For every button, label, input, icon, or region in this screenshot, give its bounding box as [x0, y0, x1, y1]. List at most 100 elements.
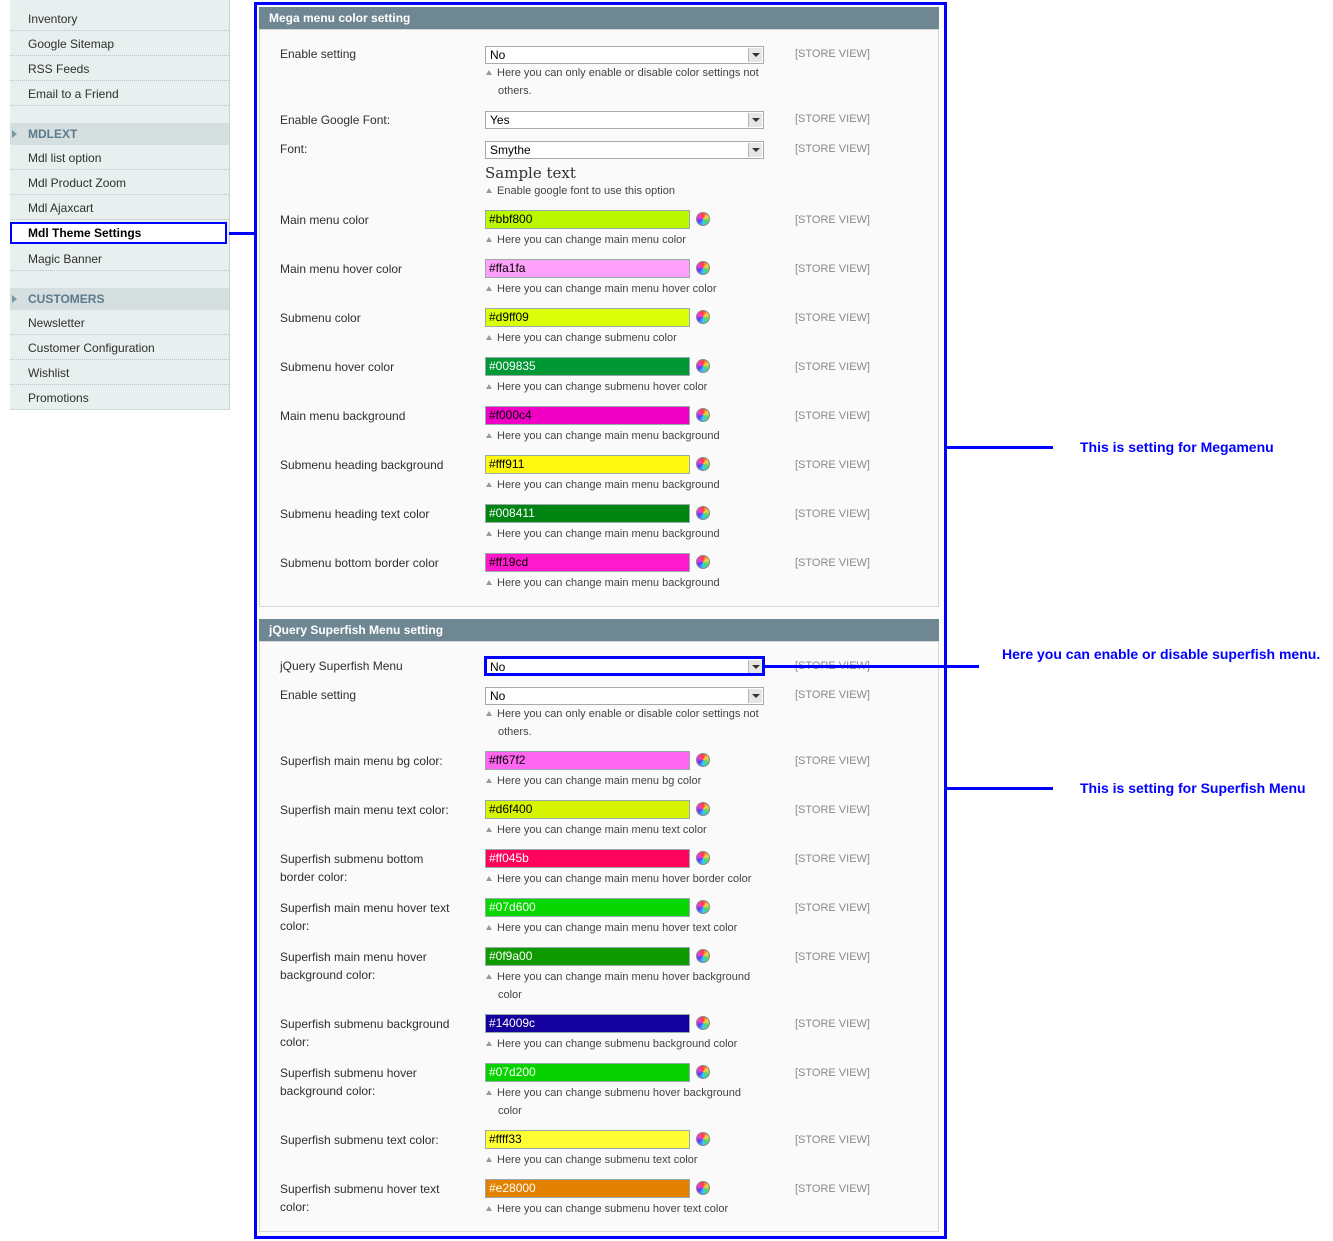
color-picker-icon[interactable] — [696, 802, 710, 816]
color-value-input[interactable]: #ffff33 — [485, 1130, 690, 1149]
color-picker-icon[interactable] — [696, 506, 710, 520]
scope-label: [STORE VIEW] — [795, 1018, 870, 1030]
sidebar-item-mdl-list-option[interactable]: Mdl list option — [10, 146, 229, 170]
color-picker-icon[interactable] — [696, 1181, 710, 1195]
color-value-input[interactable]: #d6f400 — [485, 800, 690, 819]
color-picker-icon[interactable] — [696, 1016, 710, 1030]
annotation-superfish: This is setting for Superfish Menu — [1080, 780, 1306, 796]
sidebar-item-google-sitemap[interactable]: Google Sitemap — [10, 32, 229, 56]
field-hint: Here you can change main menu hover colo… — [486, 280, 776, 298]
hint-arrow-icon — [486, 335, 492, 340]
color-picker-icon[interactable] — [696, 457, 710, 471]
enable-setting-select[interactable]: No — [485, 46, 764, 64]
color-picker-icon[interactable] — [696, 851, 710, 865]
hint-arrow-icon — [486, 70, 492, 75]
color-value-input[interactable]: #ffa1fa — [485, 259, 690, 278]
field-label-font: Font: — [280, 142, 308, 156]
sidebar-item-inventory[interactable]: Inventory — [10, 7, 229, 31]
color-value-input[interactable]: #bbf800 — [485, 210, 690, 229]
color-picker-icon[interactable] — [696, 1065, 710, 1079]
sidebar-item-mdl-product-zoom[interactable]: Mdl Product Zoom — [10, 171, 229, 195]
field-hint: Here you can change main menu background — [486, 574, 776, 592]
sidebar-item-wishlist[interactable]: Wishlist — [10, 361, 229, 385]
color-value-input[interactable]: #0f9a00 — [485, 947, 690, 966]
color-value-input[interactable]: #07d200 — [485, 1063, 690, 1082]
superfish-enable-setting-select[interactable]: No — [485, 687, 764, 705]
color-picker-icon[interactable] — [696, 408, 710, 422]
chevron-down-icon — [748, 113, 762, 127]
field-label: Superfish main menu hover background colo… — [280, 950, 427, 982]
hint-arrow-icon — [486, 384, 492, 389]
color-value-input[interactable]: #ff67f2 — [485, 751, 690, 770]
color-picker-icon[interactable] — [696, 261, 710, 275]
color-picker-icon[interactable] — [696, 359, 710, 373]
hint-arrow-icon — [486, 286, 492, 291]
field-hint: Here you can change submenu background c… — [486, 1035, 776, 1053]
chevron-down-icon — [748, 689, 762, 703]
scope-label: [STORE VIEW] — [795, 951, 870, 963]
sidebar-item-newsletter[interactable]: Newsletter — [10, 311, 229, 335]
sidebar-item-magic-banner[interactable]: Magic Banner — [10, 247, 229, 271]
hint-arrow-icon — [486, 876, 492, 881]
hint-arrow-icon — [486, 1206, 492, 1211]
field-hint: Enable google font to use this option — [486, 182, 776, 200]
field-hint: Here you can change submenu hover text c… — [486, 1200, 776, 1218]
color-value-input[interactable]: #f000c4 — [485, 406, 690, 425]
google-font-select[interactable]: Yes — [485, 111, 764, 129]
scope-label: [STORE VIEW] — [795, 1067, 870, 1079]
field-label: Superfish main menu hover text color: — [280, 901, 450, 933]
annotation-superfish-toggle: Here you can enable or disable superfish… — [1002, 646, 1321, 662]
sidebar-item-rss-feeds[interactable]: RSS Feeds — [10, 57, 229, 81]
field-hint: Here you can change main menu bg color — [486, 772, 776, 790]
color-value-input[interactable]: #07d600 — [485, 898, 690, 917]
color-picker-icon[interactable] — [696, 900, 710, 914]
field-label: Submenu heading text color — [280, 507, 430, 521]
font-sample-text: Sample text — [485, 164, 576, 182]
field-label: Superfish submenu bottom border color: — [280, 852, 424, 884]
font-select[interactable]: Smythe — [485, 141, 764, 159]
section-header-superfish[interactable]: jQuery Superfish Menu setting — [259, 619, 939, 641]
sidebar-section-label: CUSTOMERS — [28, 292, 105, 306]
sidebar-item-email-friend[interactable]: Email to a Friend — [10, 82, 229, 106]
expand-arrow-icon — [12, 130, 17, 138]
color-value-input[interactable]: #009835 — [485, 357, 690, 376]
field-label: Main menu hover color — [280, 262, 403, 276]
sidebar-item-mdl-theme-settings[interactable]: Mdl Theme Settings — [10, 222, 227, 244]
color-picker-icon[interactable] — [696, 1132, 710, 1146]
scope-label: [STORE VIEW] — [795, 48, 870, 60]
scope-label: [STORE VIEW] — [795, 459, 870, 471]
select-value: No — [490, 48, 506, 62]
sidebar-item-promotions[interactable]: Promotions — [10, 386, 229, 410]
color-picker-icon[interactable] — [696, 949, 710, 963]
field-label-google-font: Enable Google Font: — [280, 113, 391, 127]
scope-label: [STORE VIEW] — [795, 689, 870, 701]
color-value-input[interactable]: #008411 — [485, 504, 690, 523]
color-picker-icon[interactable] — [696, 212, 710, 226]
hint-arrow-icon — [486, 433, 492, 438]
field-hint: Here you can change main menu hover bord… — [486, 870, 776, 888]
sidebar-section-mdlext[interactable]: MDLEXT — [10, 123, 229, 145]
hint-arrow-icon — [486, 482, 492, 487]
field-hint: Here you can change submenu color — [486, 329, 776, 347]
color-value-input[interactable]: #fff911 — [485, 455, 690, 474]
section-header-mega-menu[interactable]: Mega menu color setting — [259, 7, 939, 29]
field-hint: Here you can change submenu hover color — [486, 378, 776, 396]
color-value-input[interactable]: #e28000 — [485, 1179, 690, 1198]
color-value-input[interactable]: #ff19cd — [485, 553, 690, 572]
color-value-input[interactable]: #d9ff09 — [485, 308, 690, 327]
sidebar-section-customers[interactable]: CUSTOMERS — [10, 288, 229, 310]
field-label: Superfish submenu hover text color: — [280, 1182, 440, 1214]
color-picker-icon[interactable] — [696, 310, 710, 324]
field-label-superfish-menu: jQuery Superfish Menu — [280, 659, 403, 673]
sidebar-item-mdl-ajaxcart[interactable]: Mdl Ajaxcart — [10, 196, 229, 220]
field-label: Main menu background — [280, 409, 406, 423]
sidebar-item-customer-configuration[interactable]: Customer Configuration — [10, 336, 229, 360]
color-value-input[interactable]: #ff045b — [485, 849, 690, 868]
field-label: Submenu hover color — [280, 360, 395, 374]
scope-label: [STORE VIEW] — [795, 902, 870, 914]
color-picker-icon[interactable] — [696, 753, 710, 767]
hint-arrow-icon — [486, 531, 492, 536]
color-picker-icon[interactable] — [696, 555, 710, 569]
color-value-input[interactable]: #14009c — [485, 1014, 690, 1033]
sidebar-section-label: MDLEXT — [28, 127, 78, 141]
